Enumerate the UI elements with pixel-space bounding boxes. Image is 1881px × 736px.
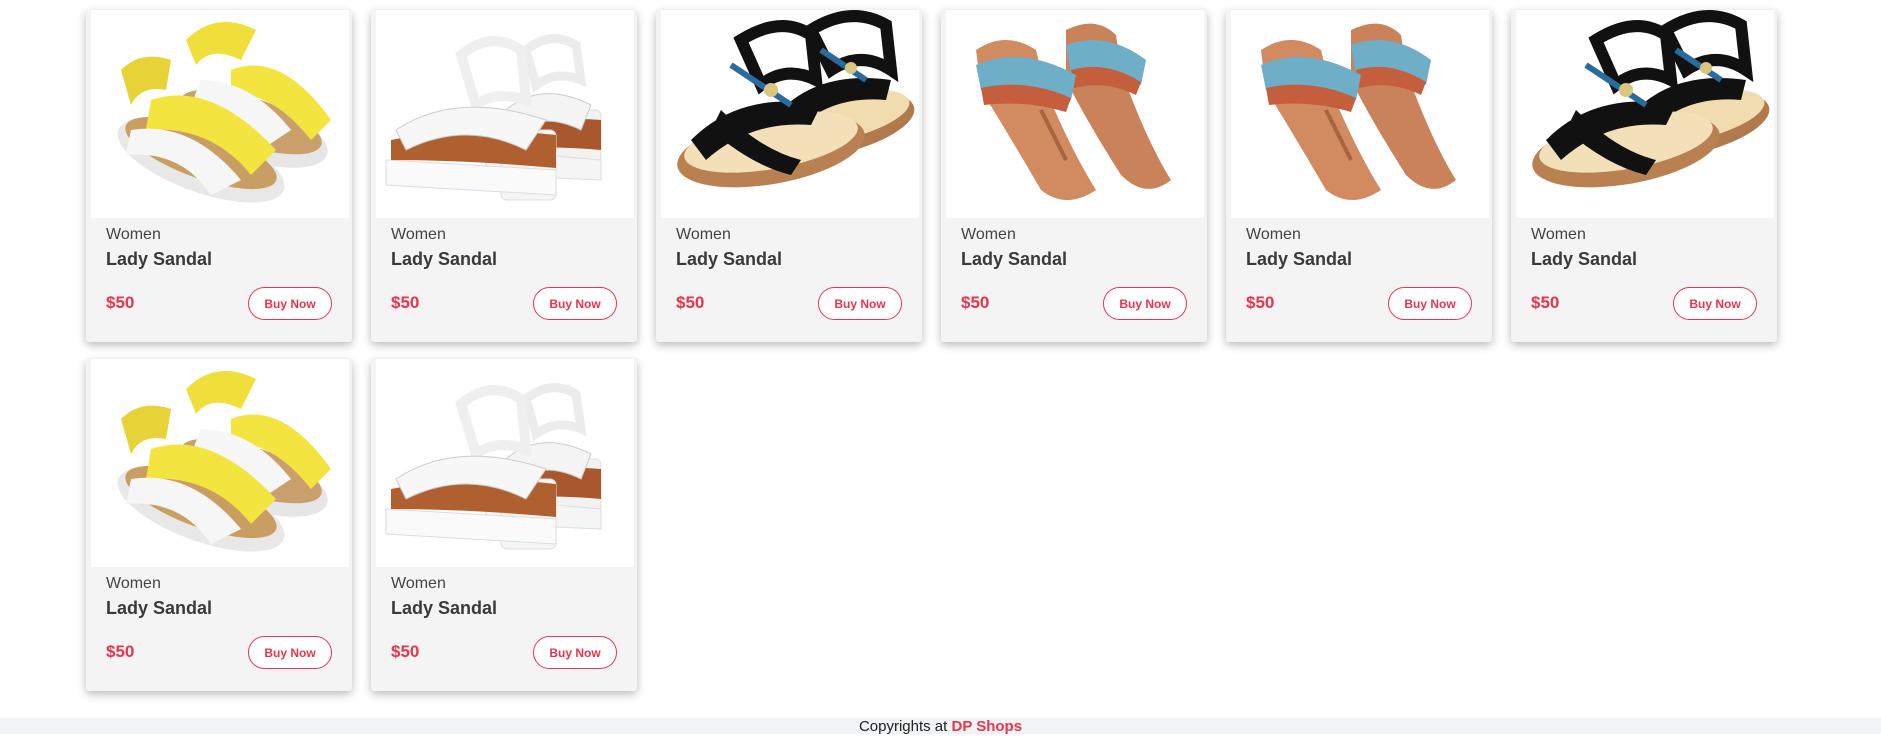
footer-copyright-text: Copyrights at — [858, 718, 948, 735]
buy-now-button[interactable]: Buy Now — [818, 287, 902, 320]
product-card[interactable]: Women Lady Sandal $50 Buy Now — [941, 10, 1207, 342]
product-category: Women — [1531, 226, 1586, 243]
product-category: Women — [391, 226, 446, 243]
buy-now-button[interactable]: Buy Now — [1103, 287, 1187, 320]
product-image[interactable] — [661, 10, 919, 218]
product-category: Women — [961, 226, 1016, 243]
product-name: Lady Sandal — [106, 249, 213, 269]
product-name: Lady Sandal — [1531, 249, 1638, 269]
product-name: Lady Sandal — [961, 249, 1068, 269]
product-price: $50 — [961, 293, 990, 312]
product-category: Women — [106, 575, 161, 592]
product-name: Lady Sandal — [676, 249, 783, 269]
product-price: $50 — [1246, 293, 1275, 312]
product-category: Women — [1246, 226, 1301, 243]
product-card[interactable]: Women Lady Sandal $50 Buy Now — [1511, 10, 1777, 342]
product-price: $50 — [676, 293, 705, 312]
footer-brand-link[interactable]: DP Shops — [951, 718, 1022, 735]
product-price: $50 — [106, 293, 135, 312]
buy-now-button[interactable]: Buy Now — [533, 287, 617, 320]
product-name: Lady Sandal — [1246, 249, 1353, 269]
product-image[interactable] — [376, 359, 634, 567]
product-price: $50 — [1531, 293, 1560, 312]
product-category: Women — [676, 226, 731, 243]
buy-now-button[interactable]: Buy Now — [248, 636, 332, 669]
product-price: $50 — [391, 642, 420, 661]
footer: Copyrights at DP Shops — [0, 718, 1881, 735]
product-category: Women — [106, 226, 161, 243]
product-category: Women — [391, 575, 446, 592]
product-card[interactable]: Women Lady Sandal $50 Buy Now — [86, 10, 352, 342]
product-image[interactable] — [1516, 10, 1774, 218]
product-card[interactable]: Women Lady Sandal $50 Buy Now — [371, 359, 637, 691]
buy-now-button[interactable]: Buy Now — [1673, 287, 1757, 320]
product-card[interactable]: Women Lady Sandal $50 Buy Now — [371, 10, 637, 342]
buy-now-button[interactable]: Buy Now — [1388, 287, 1472, 320]
product-image[interactable] — [946, 10, 1204, 218]
product-name: Lady Sandal — [106, 598, 213, 618]
product-grid: Women Lady Sandal $50 Buy Now Women Lady San… — [86, 10, 1786, 691]
product-image[interactable] — [376, 10, 634, 218]
product-card[interactable]: Women Lady Sandal $50 Buy Now — [656, 10, 922, 342]
product-name: Lady Sandal — [391, 249, 498, 269]
product-card[interactable]: Women Lady Sandal $50 Buy Now — [86, 359, 352, 691]
product-card[interactable]: Women Lady Sandal $50 Buy Now — [1226, 10, 1492, 342]
buy-now-button[interactable]: Buy Now — [533, 636, 617, 669]
product-name: Lady Sandal — [391, 598, 498, 618]
product-price: $50 — [106, 642, 135, 661]
product-price: $50 — [391, 293, 420, 312]
buy-now-button[interactable]: Buy Now — [248, 287, 332, 320]
product-image[interactable] — [91, 10, 349, 218]
product-image[interactable] — [1231, 10, 1489, 218]
product-image[interactable] — [91, 359, 349, 567]
